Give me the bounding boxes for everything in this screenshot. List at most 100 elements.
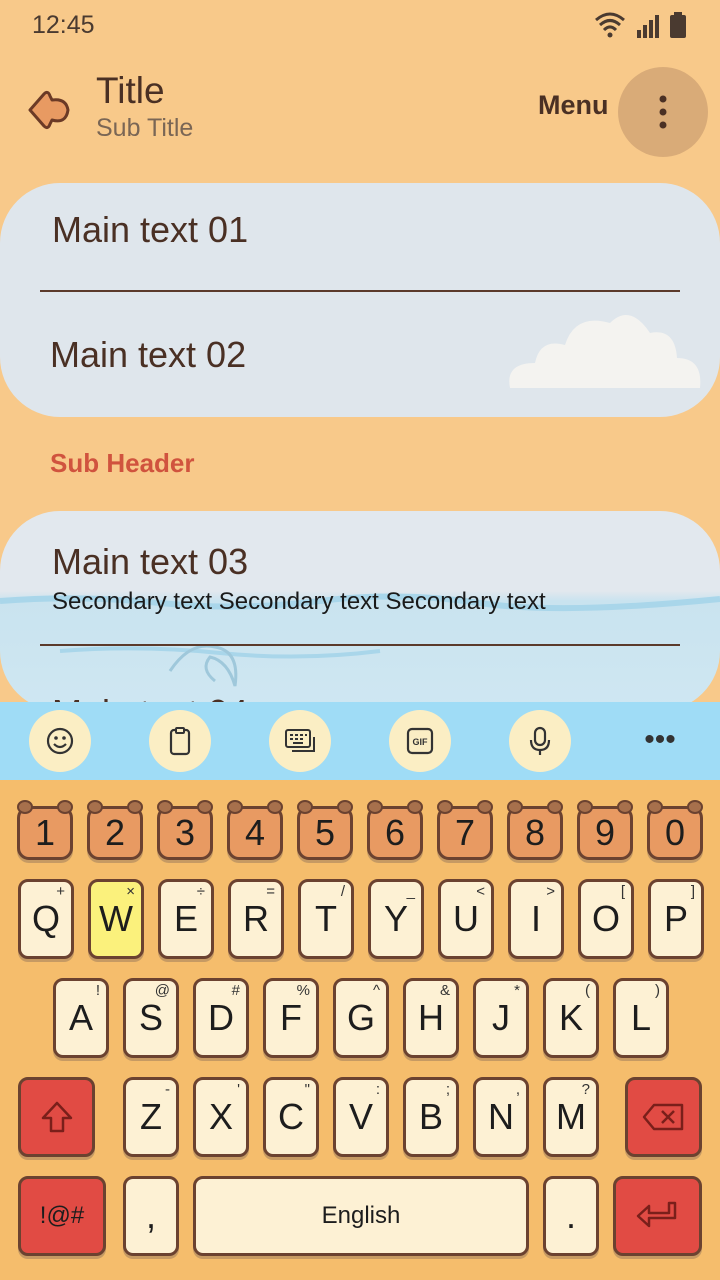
key-3[interactable]: 3: [157, 800, 213, 860]
key-c[interactable]: C ": [263, 1077, 319, 1157]
key-t[interactable]: T /: [298, 879, 354, 959]
key-secondary-symbol: -: [165, 1081, 170, 1098]
signal-icon: [637, 15, 659, 38]
key-secondary-symbol: ?: [581, 1081, 590, 1098]
key-label: O: [591, 898, 620, 939]
key-e[interactable]: E ÷: [158, 879, 214, 959]
key-label: S: [138, 997, 163, 1038]
menu-button[interactable]: Menu: [538, 90, 609, 121]
key-m[interactable]: M?: [543, 1077, 599, 1157]
key-secondary-symbol: ]: [690, 883, 695, 900]
key-label: 0: [664, 812, 686, 853]
key-0[interactable]: 0: [647, 800, 703, 860]
key-ear-decoration: [547, 800, 563, 814]
period-key[interactable]: .: [543, 1176, 599, 1256]
key-l[interactable]: L): [613, 978, 669, 1058]
key-p[interactable]: P]: [648, 879, 704, 959]
key-z[interactable]: Z-: [123, 1077, 179, 1157]
key-b[interactable]: B;: [403, 1077, 459, 1157]
key-u[interactable]: U <: [438, 879, 494, 959]
comma-key[interactable]: ,: [123, 1176, 179, 1256]
emoji-button[interactable]: [29, 710, 91, 772]
shift-icon: [41, 1101, 72, 1133]
back-button[interactable]: [22, 86, 74, 134]
key-7[interactable]: 7: [437, 800, 493, 860]
space-key[interactable]: English: [193, 1176, 529, 1256]
key-n[interactable]: N,: [473, 1077, 529, 1157]
key-ear-decoration: [477, 800, 493, 814]
shift-key[interactable]: [18, 1077, 95, 1157]
key-x[interactable]: X ': [193, 1077, 249, 1157]
key-9[interactable]: 9: [577, 800, 633, 860]
key-label: 8: [524, 812, 546, 853]
list-item[interactable]: Main text 02: [0, 292, 720, 417]
key-label: H: [418, 997, 444, 1038]
key-ear-decoration: [87, 800, 103, 814]
key-i[interactable]: I >: [508, 879, 564, 959]
symbols-key[interactable]: !@#: [18, 1176, 106, 1256]
enter-icon: [636, 1201, 676, 1228]
key-label: V: [348, 1096, 373, 1137]
key-2[interactable]: 2: [87, 800, 143, 860]
more-options-button[interactable]: [618, 67, 708, 157]
key-a[interactable]: A!: [53, 978, 109, 1058]
key-secondary-symbol: (: [585, 982, 590, 999]
key-secondary-symbol: *: [514, 982, 520, 999]
key-1[interactable]: 1: [17, 800, 73, 860]
key-ear-decoration: [127, 800, 143, 814]
key-v[interactable]: V:: [333, 1077, 389, 1157]
key-label: 1: [34, 812, 56, 853]
key-ear-decoration: [17, 800, 33, 814]
key-k[interactable]: K(: [543, 978, 599, 1058]
key-w[interactable]: W ×: [88, 879, 144, 959]
key-label: 7: [454, 812, 476, 853]
gif-icon: GIF: [406, 727, 434, 755]
list-item-main-text: Main text 02: [50, 334, 247, 375]
page-subtitle: Sub Title: [96, 114, 194, 142]
key-ear-decoration: [437, 800, 453, 814]
key-q[interactable]: Q +: [18, 879, 74, 959]
key-s[interactable]: S @: [123, 978, 179, 1058]
page-title: Title: [96, 70, 165, 111]
key-ear-decoration: [267, 800, 283, 814]
list-item[interactable]: Main text 01: [0, 183, 720, 291]
key-r[interactable]: R =: [228, 879, 284, 959]
key-ear-decoration: [337, 800, 353, 814]
backspace-key[interactable]: [625, 1077, 702, 1157]
toolbar-more-button[interactable]: •••: [630, 712, 690, 768]
clipboard-button[interactable]: [149, 710, 211, 772]
key-label: 5: [314, 812, 336, 853]
key-g[interactable]: G ^: [333, 978, 389, 1058]
key-o[interactable]: O[: [578, 879, 634, 959]
key-5[interactable]: 5: [297, 800, 353, 860]
key-j[interactable]: J *: [473, 978, 529, 1058]
enter-key[interactable]: [613, 1176, 702, 1256]
emoji-icon: [46, 727, 74, 755]
key-label: G: [346, 997, 375, 1038]
list-item-secondary-text: Secondary text Secondary text Secondary …: [52, 588, 546, 615]
key-ear-decoration: [647, 800, 663, 814]
key-y[interactable]: Y _: [368, 879, 424, 959]
key-secondary-symbol: ×: [126, 883, 135, 900]
list-item[interactable]: Main text 03 Secondary text Secondary te…: [0, 511, 720, 645]
key-d[interactable]: D #: [193, 978, 249, 1058]
key-h[interactable]: H &: [403, 978, 459, 1058]
key-label: D: [208, 997, 234, 1038]
key-secondary-symbol: !: [95, 982, 100, 999]
key-label: X: [208, 1096, 233, 1137]
key-8[interactable]: 8: [507, 800, 563, 860]
key-label: M: [556, 1096, 586, 1137]
list-item-main-text: Main text 01: [52, 209, 249, 250]
keyboard-settings-button[interactable]: [269, 710, 331, 772]
key-6[interactable]: 6: [367, 800, 423, 860]
key-label: P: [663, 898, 688, 939]
key-f[interactable]: F%: [263, 978, 319, 1058]
key-4[interactable]: 4: [227, 800, 283, 860]
key-label: 6: [384, 812, 406, 853]
wifi-icon: [595, 12, 625, 38]
key-label: A: [68, 997, 93, 1038]
voice-input-button[interactable]: [509, 710, 571, 772]
keyboard-toolbar: GIF •••: [0, 702, 720, 780]
key-secondary-symbol: ": [304, 1081, 310, 1098]
gif-button[interactable]: GIF: [389, 710, 451, 772]
